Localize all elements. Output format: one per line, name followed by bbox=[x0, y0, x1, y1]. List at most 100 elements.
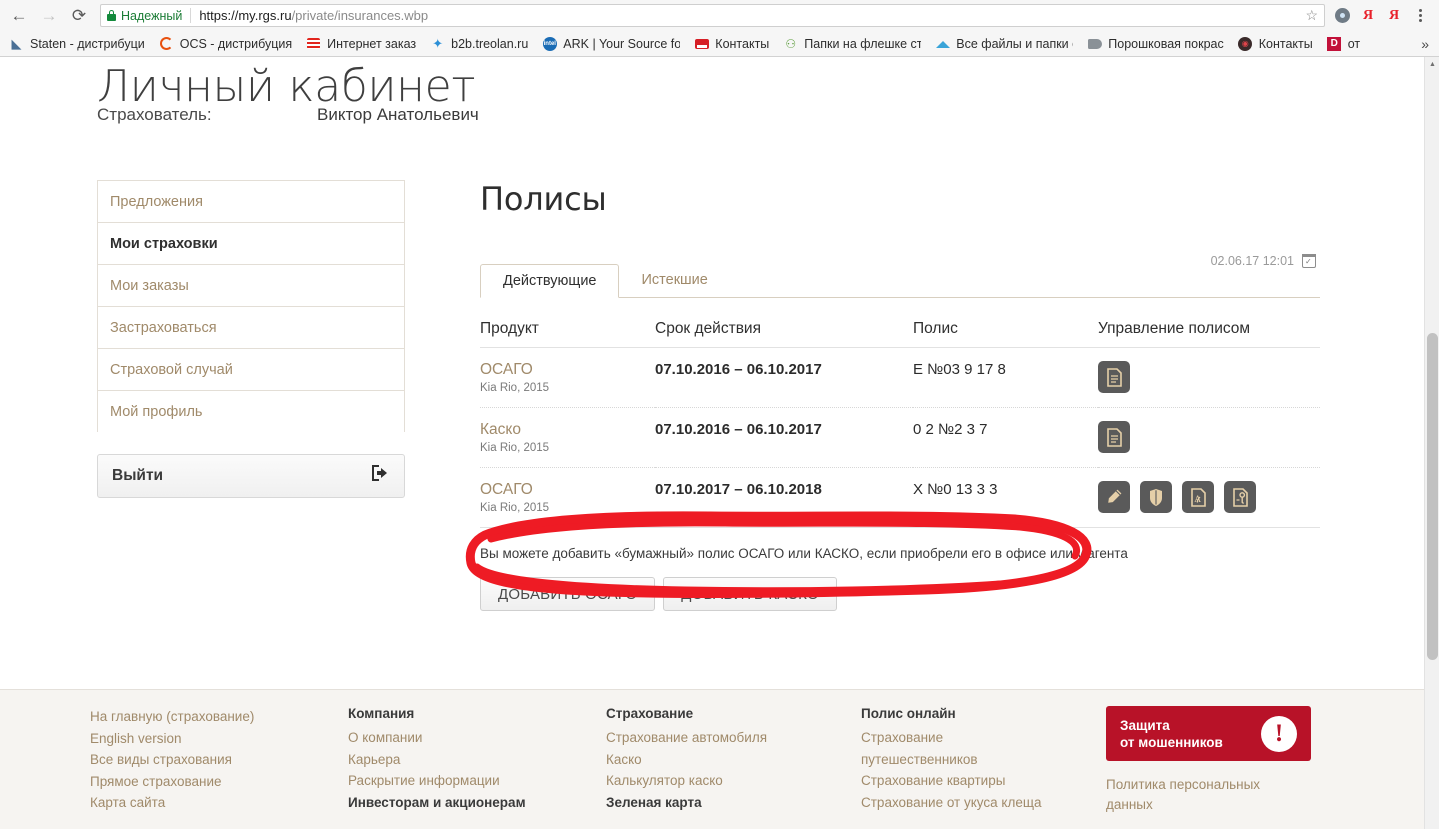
sidebar-item-my-orders[interactable]: Мои заказы bbox=[97, 264, 405, 306]
cell-product: Каско Kia Rio, 2015 bbox=[480, 407, 655, 468]
document-icon[interactable] bbox=[1098, 361, 1130, 393]
footer-link[interactable]: Прямое страхование bbox=[90, 771, 348, 793]
table-header-row: Продукт Срок действия Полис Управление п… bbox=[480, 320, 1320, 348]
footer-link[interactable]: Карта сайта bbox=[90, 792, 348, 814]
tab-active-policies[interactable]: Действующие bbox=[480, 264, 620, 298]
pencil-icon[interactable] bbox=[1098, 481, 1130, 513]
sidebar-item-offers[interactable]: Предложения bbox=[97, 180, 405, 222]
contacts-icon bbox=[694, 36, 709, 51]
cell-policy: Е №03 9 17 8 bbox=[913, 347, 1098, 408]
fraud-protection-banner[interactable]: Защита от мошенников ! bbox=[1106, 706, 1311, 761]
shield-icon[interactable] bbox=[1140, 481, 1172, 513]
banner-line-2: от мошенников bbox=[1120, 734, 1223, 750]
add-policy-buttons: ДОБАВИТЬ ОСАГО ДОБАВИТЬ КАСКО bbox=[480, 577, 1320, 611]
footer-link[interactable]: О компании bbox=[348, 727, 606, 749]
url-text: https://my.rgs.ru/private/insurances.wbp bbox=[199, 8, 428, 23]
bookmark-item[interactable]: OCS - дистрибуция bbox=[152, 33, 299, 55]
sidebar-item-my-profile[interactable]: Мой профиль bbox=[97, 390, 405, 432]
document-key-icon[interactable] bbox=[1224, 481, 1256, 513]
cell-product: ОСАГО Kia Rio, 2015 bbox=[480, 347, 655, 408]
bookmark-item[interactable]: ◉ Контакты bbox=[1231, 33, 1320, 55]
person-icon: ⚇ bbox=[785, 36, 797, 51]
spray-icon bbox=[1087, 36, 1102, 51]
footer-link[interactable]: Зеленая карта bbox=[606, 792, 861, 814]
vehicle-text: Kia Rio, 2015 bbox=[480, 442, 550, 454]
insurer-name: Виктор Анатольевич bbox=[317, 105, 479, 124]
privacy-policy-link[interactable]: Политика персональных данных bbox=[1106, 775, 1286, 815]
bookmark-star-icon[interactable]: ☆ bbox=[1297, 7, 1318, 24]
secure-label: Надежный bbox=[121, 8, 183, 23]
add-osago-label: ДОБАВИТЬ ОСАГО bbox=[498, 585, 638, 603]
bookmark-item[interactable]: ✦ b2b.treolan.ru bbox=[423, 33, 535, 55]
site-footer: На главную (страхование) English version… bbox=[0, 689, 1424, 829]
tab-expired-policies[interactable]: Истекшие bbox=[619, 263, 729, 297]
cell-term: 07.10.2017 – 06.10.2018 bbox=[655, 467, 913, 528]
product-link[interactable]: Каско bbox=[480, 421, 655, 439]
yandex-extension-icon-2[interactable]: Я bbox=[1381, 3, 1407, 29]
bookmark-item[interactable]: Контакты bbox=[687, 33, 776, 55]
footer-link[interactable]: Страхование автомобиля bbox=[606, 727, 861, 749]
footer-link[interactable]: На главную (страхование) bbox=[90, 706, 348, 728]
footer-link[interactable]: Страхование путешественников bbox=[861, 727, 1031, 770]
scrollbar-thumb[interactable] bbox=[1427, 333, 1438, 660]
footer-column-insurance: Страхование Страхование автомобиля Каско… bbox=[606, 706, 861, 815]
bookmark-item[interactable]: Dот bbox=[1320, 33, 1367, 55]
sidebar: Предложения Мои страховки Мои заказы Зас… bbox=[97, 180, 405, 498]
ocs-icon bbox=[159, 36, 174, 51]
add-osago-button[interactable]: ДОБАВИТЬ ОСАГО bbox=[480, 577, 656, 611]
page-scrollbar[interactable]: ▲ bbox=[1424, 57, 1439, 829]
opera-icon: D bbox=[1327, 36, 1342, 51]
pdf-icon[interactable]: A bbox=[1182, 481, 1214, 513]
page-viewport: Личный кабинет Страхователь: Виктор Анат… bbox=[0, 57, 1439, 829]
footer-columns: На главную (страхование) English version… bbox=[90, 706, 1330, 815]
sidebar-item-my-insurances[interactable]: Мои страховки bbox=[97, 222, 405, 264]
table-row: Каско Kia Rio, 2015 07.10.2016 – 06.10.2… bbox=[480, 407, 1320, 468]
back-button[interactable]: ← bbox=[4, 1, 34, 31]
table-row: ОСАГО Kia Rio, 2015 07.10.2017 – 06.10.2… bbox=[480, 467, 1320, 528]
stripes-icon bbox=[306, 36, 321, 51]
column-header-term: Срок действия bbox=[655, 320, 913, 348]
vehicle-text: Kia Rio, 2015 bbox=[480, 502, 550, 514]
term-text: 07.10.2017 – 06.10.2018 bbox=[655, 481, 822, 498]
bookmark-item[interactable]: Порошковая покрас bbox=[1080, 33, 1230, 55]
sidebar-item-get-insured[interactable]: Застраховаться bbox=[97, 306, 405, 348]
sidebar-item-label: Застраховаться bbox=[110, 319, 217, 336]
bookmark-label: от bbox=[1347, 36, 1361, 51]
footer-link[interactable]: English version bbox=[90, 728, 348, 750]
bookmark-item[interactable]: Все файлы и папки с bbox=[928, 33, 1080, 55]
section-title: Полисы bbox=[480, 180, 607, 218]
reload-button[interactable]: ⟳ bbox=[64, 1, 94, 31]
bookmark-label: b2b.treolan.ru bbox=[451, 36, 529, 51]
bookmark-item[interactable]: intel ARK | Your Source fo bbox=[535, 33, 687, 55]
footer-link[interactable]: Раскрытие информации bbox=[348, 770, 606, 792]
bookmarks-overflow-button[interactable]: » bbox=[1413, 36, 1437, 52]
sidebar-item-insurance-claim[interactable]: Страховой случай bbox=[97, 348, 405, 390]
footer-link[interactable]: Каско bbox=[606, 749, 861, 771]
bookmark-item[interactable]: ⚇ Папки на флешке ст bbox=[776, 33, 928, 55]
bookmarks-bar: ◣ Staten - дистрибуци OCS - дистрибуция И… bbox=[0, 31, 1439, 56]
bookmark-label: Контакты bbox=[715, 36, 770, 51]
logout-button[interactable]: Выйти bbox=[97, 454, 405, 498]
add-kasko-button[interactable]: ДОБАВИТЬ КАСКО bbox=[663, 577, 837, 611]
yandex-extension-icon-1[interactable]: Я bbox=[1355, 3, 1381, 29]
document-icon[interactable] bbox=[1098, 421, 1130, 453]
product-link[interactable]: ОСАГО bbox=[480, 361, 655, 379]
browser-chrome: ← → ⟳ Надежный https://my.rgs.ru/private… bbox=[0, 0, 1439, 57]
product-link[interactable]: ОСАГО bbox=[480, 481, 655, 499]
logout-label: Выйти bbox=[112, 467, 164, 484]
bookmark-item[interactable]: ◣ Staten - дистрибуци bbox=[2, 33, 152, 55]
action-buttons bbox=[1098, 361, 1320, 393]
footer-link[interactable]: Карьера bbox=[348, 749, 606, 771]
bookmark-item[interactable]: Интернет заказ bbox=[299, 33, 423, 55]
footer-link[interactable]: Страхование от укуса клеща bbox=[861, 792, 1106, 814]
footer-link[interactable]: Все виды страхования bbox=[90, 749, 348, 771]
extension-eye-icon[interactable] bbox=[1329, 3, 1355, 29]
address-bar[interactable]: Надежный https://my.rgs.ru/private/insur… bbox=[100, 4, 1325, 27]
footer-column-general: На главную (страхование) English version… bbox=[90, 706, 348, 815]
footer-link[interactable]: Калькулятор каско bbox=[606, 770, 861, 792]
footer-link[interactable]: Инвесторам и акционерам bbox=[348, 792, 606, 814]
forward-button[interactable]: → bbox=[34, 1, 64, 31]
scroll-up-arrow-icon[interactable]: ▲ bbox=[1425, 57, 1439, 72]
footer-link[interactable]: Страхование квартиры bbox=[861, 770, 1106, 792]
browser-menu-button[interactable] bbox=[1407, 3, 1433, 29]
